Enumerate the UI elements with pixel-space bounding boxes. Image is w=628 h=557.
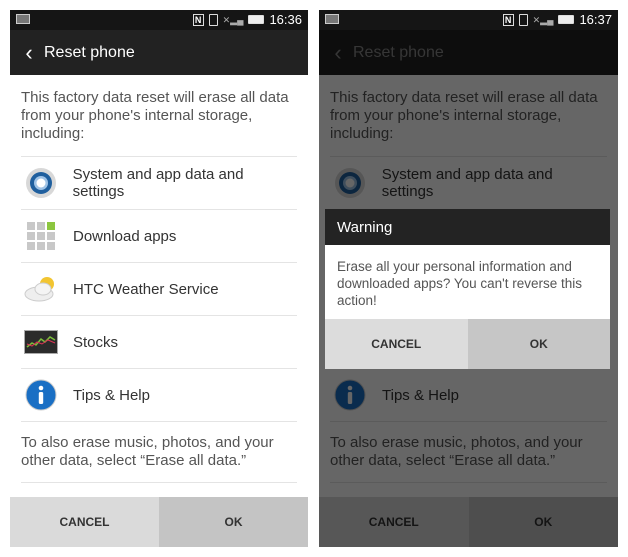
sim-icon bbox=[518, 13, 528, 26]
dialog-ok-button[interactable]: OK bbox=[467, 319, 610, 369]
battery-icon bbox=[248, 15, 265, 24]
clock: 16:36 bbox=[269, 12, 302, 27]
footer-text: To also erase music, photos, and your ot… bbox=[21, 421, 297, 483]
intro-text: This factory data reset will erase all d… bbox=[21, 89, 289, 142]
settings-gear-icon bbox=[21, 163, 61, 203]
item-label: System and app data and settings bbox=[72, 166, 244, 200]
ok-button[interactable]: OK bbox=[159, 497, 308, 547]
warning-dialog: Warning Erase all your personal informat… bbox=[325, 209, 610, 369]
notification-icon bbox=[325, 14, 339, 24]
signal-icon: ✕▂▄ bbox=[222, 14, 244, 25]
stocks-chart-icon bbox=[21, 322, 61, 362]
clock: 16:37 bbox=[579, 12, 612, 27]
list-item: Download apps bbox=[21, 209, 297, 262]
chevron-left-icon[interactable]: ‹ bbox=[14, 40, 44, 66]
item-label: Tips & Help bbox=[73, 386, 150, 404]
notification-icon bbox=[16, 14, 30, 24]
cancel-button[interactable]: CANCEL bbox=[10, 497, 159, 547]
item-label: Stocks bbox=[73, 333, 119, 351]
signal-icon: ✕▂▄ bbox=[532, 14, 554, 25]
dialog-title: Warning bbox=[325, 209, 610, 245]
page-title: Reset phone bbox=[44, 43, 135, 61]
list-item: Tips & Help bbox=[21, 368, 297, 421]
nfc-icon: N bbox=[502, 13, 514, 26]
info-icon bbox=[21, 375, 61, 415]
item-label: HTC Weather Service bbox=[73, 280, 219, 298]
list-item: System and app data and settings bbox=[21, 156, 297, 209]
status-bar: N ✕▂▄ 16:36 bbox=[10, 10, 308, 30]
dialog-cancel-button[interactable]: CANCEL bbox=[325, 319, 468, 369]
reset-phone-warning-screen: N ✕▂▄ 16:37 ‹ Reset phone This factory d… bbox=[319, 10, 618, 547]
battery-icon bbox=[558, 15, 575, 24]
weather-cloud-sun-icon bbox=[21, 269, 61, 309]
reset-phone-screen: N ✕▂▄ 16:36 ‹ Reset phone This factory d… bbox=[10, 10, 308, 547]
dialog-message: Erase all your personal information and … bbox=[337, 259, 583, 308]
list-item: HTC Weather Service bbox=[21, 262, 297, 315]
sim-icon bbox=[208, 13, 218, 26]
button-bar: CANCEL OK bbox=[10, 497, 308, 547]
status-bar: N ✕▂▄ 16:37 bbox=[319, 10, 618, 30]
list-item: Stocks bbox=[21, 315, 297, 368]
nfc-icon: N bbox=[192, 13, 204, 26]
action-bar: ‹ Reset phone bbox=[10, 30, 308, 75]
app-grid-icon bbox=[21, 216, 61, 256]
item-label: Download apps bbox=[73, 227, 177, 245]
